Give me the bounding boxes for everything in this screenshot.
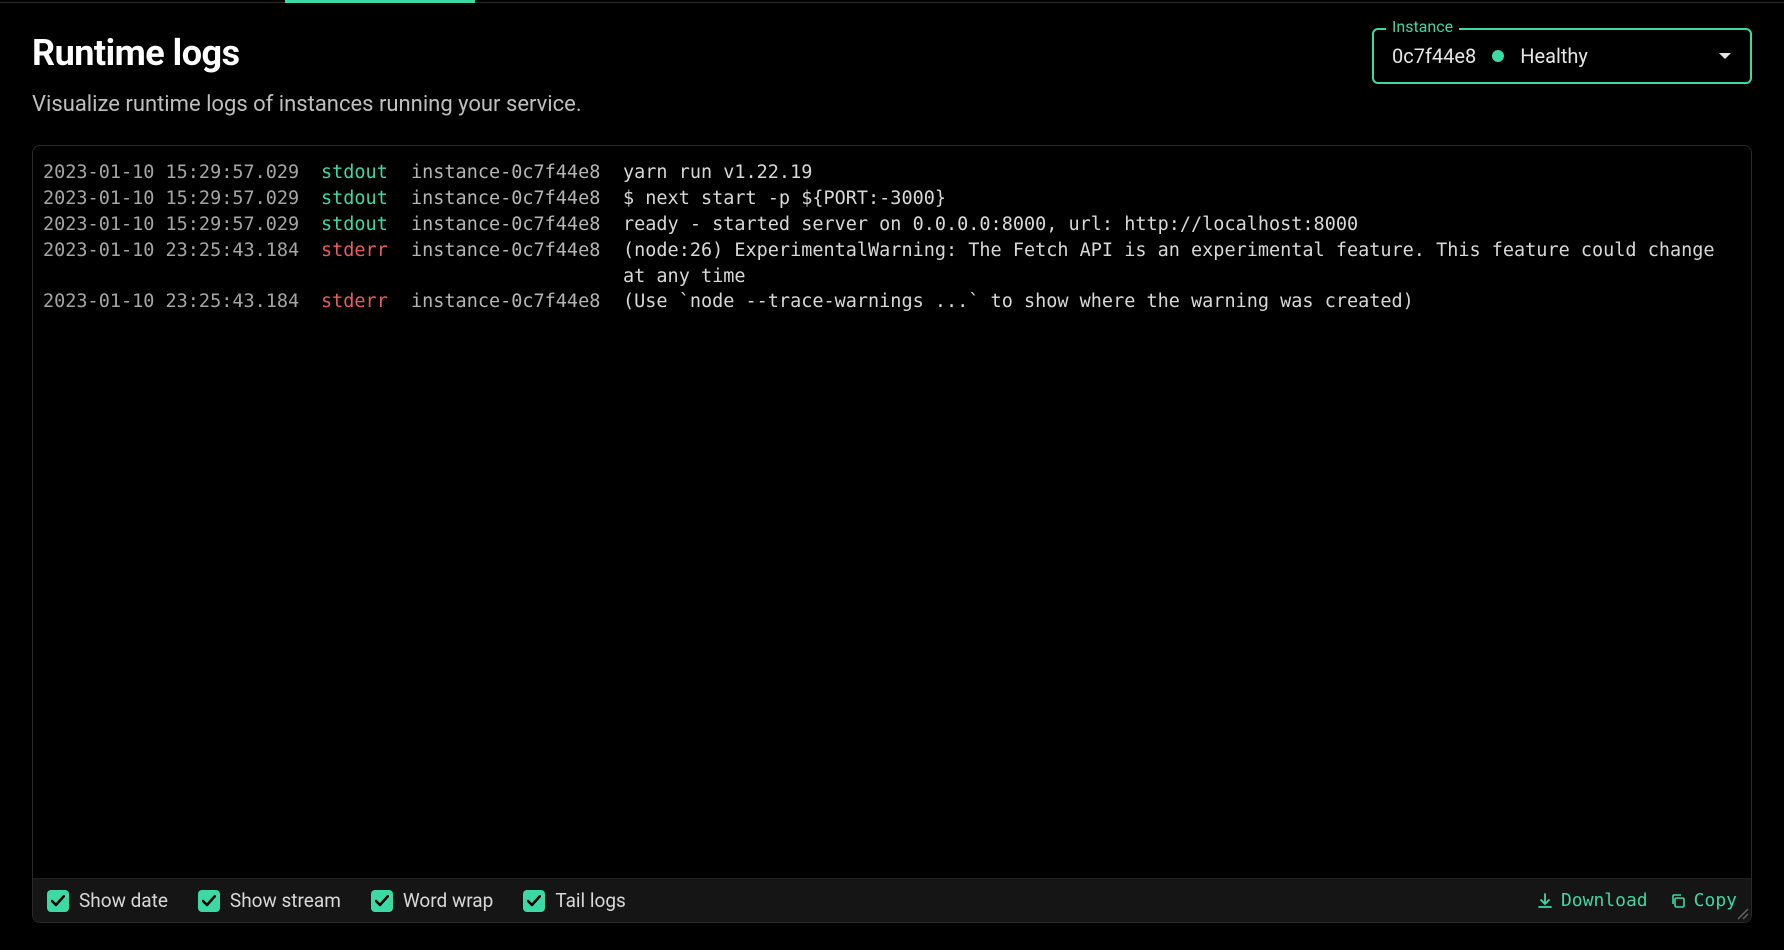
show-stream-label: Show stream [230, 889, 341, 912]
log-instance: instance-0c7f44e8 [411, 289, 623, 315]
show-date-label: Show date [79, 889, 168, 912]
log-instance: instance-0c7f44e8 [411, 160, 623, 186]
chevron-down-icon [1718, 52, 1732, 60]
log-date: 2023-01-10 23:25:43.184 [43, 238, 321, 264]
log-row: 2023-01-10 15:29:57.029stdoutinstance-0c… [43, 212, 1741, 238]
log-body: 2023-01-10 15:29:57.029stdoutinstance-0c… [33, 146, 1751, 878]
log-stream: stdout [321, 212, 411, 238]
log-date: 2023-01-10 23:25:43.184 [43, 289, 321, 315]
log-message: (Use `node --trace-warnings ...` to show… [623, 289, 1741, 315]
active-tab-indicator [285, 0, 475, 3]
page-title: Runtime logs [32, 32, 582, 74]
log-row: 2023-01-10 23:25:43.184stderrinstance-0c… [43, 289, 1741, 315]
download-label: Download [1561, 890, 1648, 911]
copy-icon [1670, 893, 1686, 909]
log-message: (node:26) ExperimentalWarning: The Fetch… [623, 238, 1741, 290]
log-instance: instance-0c7f44e8 [411, 212, 623, 238]
tail-logs-label: Tail logs [555, 889, 626, 912]
download-button[interactable]: Download [1537, 890, 1648, 911]
log-date: 2023-01-10 15:29:57.029 [43, 186, 321, 212]
copy-label: Copy [1694, 890, 1737, 911]
tail-logs-checkbox[interactable]: Tail logs [523, 889, 626, 912]
log-instance: instance-0c7f44e8 [411, 186, 623, 212]
instance-selector[interactable]: 0c7f44e8 Healthy [1372, 28, 1752, 84]
instance-status: Healthy [1520, 44, 1702, 68]
log-date: 2023-01-10 15:29:57.029 [43, 212, 321, 238]
copy-button[interactable]: Copy [1670, 890, 1737, 911]
tab-border [0, 2, 1784, 3]
resize-grip-icon[interactable] [1735, 906, 1749, 920]
log-message: ready - started server on 0.0.0.0:8000, … [623, 212, 1741, 238]
log-footer: Show date Show stream Word wrap Tail log… [33, 878, 1751, 922]
checkbox-checked-icon [523, 890, 545, 912]
word-wrap-label: Word wrap [403, 889, 493, 912]
log-message: yarn run v1.22.19 [623, 160, 1741, 186]
log-message: $ next start -p ${PORT:-3000} [623, 186, 1741, 212]
log-stream: stderr [321, 289, 411, 315]
log-row: 2023-01-10 15:29:57.029stdoutinstance-0c… [43, 186, 1741, 212]
log-row: 2023-01-10 23:25:43.184stderrinstance-0c… [43, 238, 1741, 290]
status-dot-icon [1492, 50, 1504, 62]
log-stream: stdout [321, 160, 411, 186]
log-date: 2023-01-10 15:29:57.029 [43, 160, 321, 186]
checkbox-checked-icon [371, 890, 393, 912]
checkbox-checked-icon [47, 890, 69, 912]
log-instance: instance-0c7f44e8 [411, 238, 623, 264]
show-stream-checkbox[interactable]: Show stream [198, 889, 341, 912]
log-stream: stderr [321, 238, 411, 264]
instance-legend: Instance [1386, 17, 1459, 36]
page-subtitle: Visualize runtime logs of instances runn… [32, 92, 582, 117]
show-date-checkbox[interactable]: Show date [47, 889, 168, 912]
log-stream: stdout [321, 186, 411, 212]
word-wrap-checkbox[interactable]: Word wrap [371, 889, 493, 912]
log-row: 2023-01-10 15:29:57.029stdoutinstance-0c… [43, 160, 1741, 186]
checkbox-checked-icon [198, 890, 220, 912]
download-icon [1537, 893, 1553, 909]
instance-id: 0c7f44e8 [1392, 44, 1476, 68]
log-panel: 2023-01-10 15:29:57.029stdoutinstance-0c… [32, 145, 1752, 923]
